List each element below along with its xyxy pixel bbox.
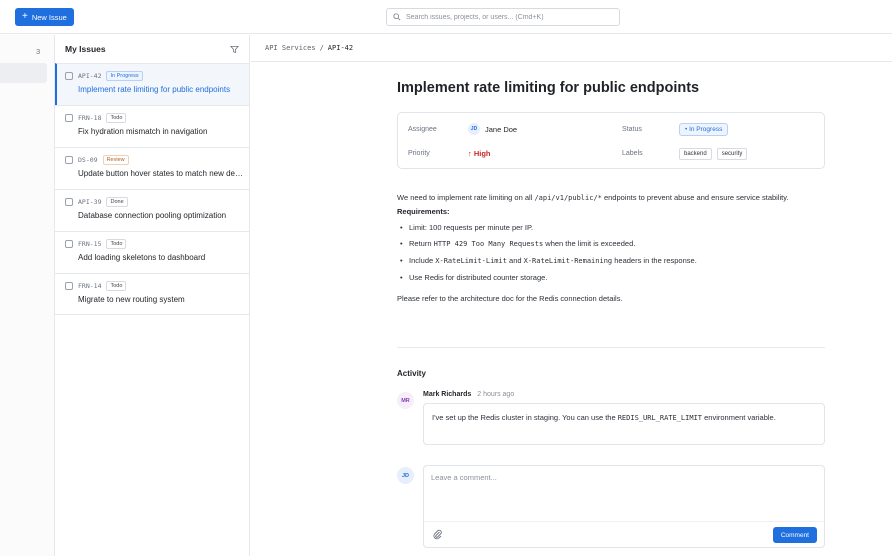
issue-key: FRN-14: [78, 282, 102, 290]
comment-composer: Comment: [423, 465, 825, 548]
comment-time: 2 hours ago: [477, 391, 515, 398]
issue-properties: Assignee JD Jane Doe Priority ↑ High Sta…: [397, 112, 825, 169]
issue-title: Migrate to new routing system: [78, 295, 185, 304]
issue-checkbox[interactable]: [65, 240, 73, 248]
issue-list-item[interactable]: API-39 Done Database connection pooling …: [55, 189, 249, 231]
issue-title: Update button hover states to match new …: [78, 169, 246, 178]
issue-title: Fix hydration mismatch in navigation: [78, 127, 208, 136]
avatar: MR: [397, 392, 414, 409]
text: environment variable.: [702, 413, 776, 422]
issue-title: Add loading skeletons to dashboard: [78, 253, 206, 262]
comment-author: Mark Richards: [423, 391, 472, 398]
search-input[interactable]: [406, 13, 606, 21]
text: and: [506, 256, 524, 265]
new-issue-button[interactable]: + New Issue: [15, 8, 74, 26]
breadcrumb: API Services / API-42: [251, 35, 892, 62]
inline-code: REDIS_URL_RATE_LIMIT: [617, 414, 703, 422]
issue-status-badge: Review: [102, 155, 129, 165]
inline-code: /api/v1/public/*: [534, 194, 602, 202]
list-item: Use Redis for distributed counter storag…: [397, 271, 822, 284]
priority-value[interactable]: ↑ High: [468, 149, 491, 158]
activity-heading: Activity: [397, 369, 426, 378]
breadcrumb-issue: API-42: [327, 44, 354, 52]
comment-button[interactable]: Comment: [772, 527, 817, 543]
text: I've set up the Redis cluster in staging…: [432, 413, 618, 422]
issue-checkbox[interactable]: [65, 198, 73, 206]
issue-key: API-42: [78, 72, 102, 80]
labels-label: Labels: [622, 150, 643, 157]
issues-panel-title: My Issues: [65, 44, 106, 54]
issue-title: Database connection pooling optimization: [78, 211, 227, 220]
issue-checkbox[interactable]: [65, 114, 73, 122]
avatar: JD: [468, 123, 480, 135]
issue-list-item[interactable]: FRN-15 Todo Add loading skeletons to das…: [55, 231, 249, 273]
text: headers in the response.: [612, 256, 697, 265]
text: when the limit is exceeded.: [543, 239, 636, 248]
divider: [397, 347, 825, 348]
avatar: JD: [397, 467, 414, 484]
top-bar: + New Issue: [0, 0, 892, 34]
left-nav: 3: [0, 35, 55, 556]
text: endpoints to prevent abuse and ensure se…: [601, 193, 789, 202]
composer-footer: Comment: [424, 521, 824, 547]
issues-panel-header: My Issues: [55, 35, 249, 63]
plus-icon: +: [22, 11, 28, 22]
status-label: Status: [622, 126, 642, 133]
issue-list-item[interactable]: DS-09 Review Update button hover states …: [55, 147, 249, 189]
description-intro: We need to implement rate limiting on al…: [397, 191, 822, 205]
label-chip[interactable]: backend: [679, 148, 712, 160]
issue-key: FRN-15: [78, 240, 102, 248]
label-chip[interactable]: security: [716, 148, 748, 160]
issue-description: We need to implement rate limiting on al…: [397, 191, 822, 305]
requirements-heading: Requirements:: [397, 207, 450, 216]
search-icon: [393, 13, 401, 21]
status-badge[interactable]: • In Progress: [679, 123, 729, 136]
breadcrumb-project[interactable]: API Services: [265, 44, 316, 52]
priority-label: Priority: [408, 150, 430, 157]
assignee-label: Assignee: [408, 126, 437, 133]
list-item: Limit: 100 requests per minute per IP.: [397, 221, 822, 234]
assignee-name: Jane Doe: [485, 124, 518, 134]
labels-list: backend security: [679, 148, 748, 160]
list-item: Return HTTP 429 Too Many Requests when t…: [397, 237, 822, 251]
issue-list-item[interactable]: FRN-18 Todo Fix hydration mismatch in na…: [55, 105, 249, 147]
issue-key: API-39: [78, 198, 102, 206]
search-bar[interactable]: [386, 8, 620, 26]
list-item: Include X-RateLimit-Limit and X-RateLimi…: [397, 254, 822, 268]
issue-detail: API Services / API-42 Implement rate lim…: [251, 35, 892, 556]
issue-checkbox[interactable]: [65, 72, 73, 80]
nav-item-active[interactable]: [0, 63, 47, 83]
issue-status-badge: Todo: [106, 113, 127, 123]
issues-panel: My Issues API-42 In Progress Implement r…: [55, 35, 250, 556]
description-reference: Please refer to the architecture doc for…: [397, 294, 623, 303]
text: We need to implement rate limiting on al…: [397, 193, 535, 202]
issue-key: DS-09: [78, 156, 98, 164]
breadcrumb-separator: /: [319, 44, 324, 52]
requirements-list: Limit: 100 requests per minute per IP. R…: [397, 221, 822, 284]
text: Return: [409, 239, 434, 248]
issue-checkbox[interactable]: [65, 156, 73, 164]
issue-status-badge: Todo: [106, 239, 127, 249]
comment-input[interactable]: [431, 473, 816, 513]
page-title: Implement rate limiting for public endpo…: [397, 80, 700, 96]
new-issue-label: New Issue: [31, 12, 67, 22]
paperclip-icon[interactable]: [433, 529, 442, 540]
issue-status-badge: Todo: [106, 281, 127, 291]
issue-status-badge: In Progress: [106, 71, 143, 81]
issue-list-item[interactable]: API-42 In Progress Implement rate limiti…: [55, 63, 249, 105]
filter-icon[interactable]: [230, 45, 239, 54]
nav-count: 3: [36, 47, 41, 56]
issue-status-badge: Done: [106, 197, 128, 207]
issue-list-item[interactable]: FRN-14 Todo Migrate to new routing syste…: [55, 273, 249, 315]
issue-title: Implement rate limiting for public endpo…: [78, 85, 231, 94]
comment-meta: Mark Richards 2 hours ago: [423, 391, 514, 398]
assignee-field[interactable]: JD Jane Doe: [468, 123, 517, 135]
inline-code: X-RateLimit-Remaining: [523, 257, 613, 265]
comment-body: I've set up the Redis cluster in staging…: [423, 403, 825, 445]
issue-key: FRN-18: [78, 114, 102, 122]
issue-checkbox[interactable]: [65, 282, 73, 290]
text: Include: [409, 256, 436, 265]
inline-code: X-RateLimit-Limit: [435, 257, 507, 265]
inline-code: HTTP 429 Too Many Requests: [433, 240, 544, 248]
